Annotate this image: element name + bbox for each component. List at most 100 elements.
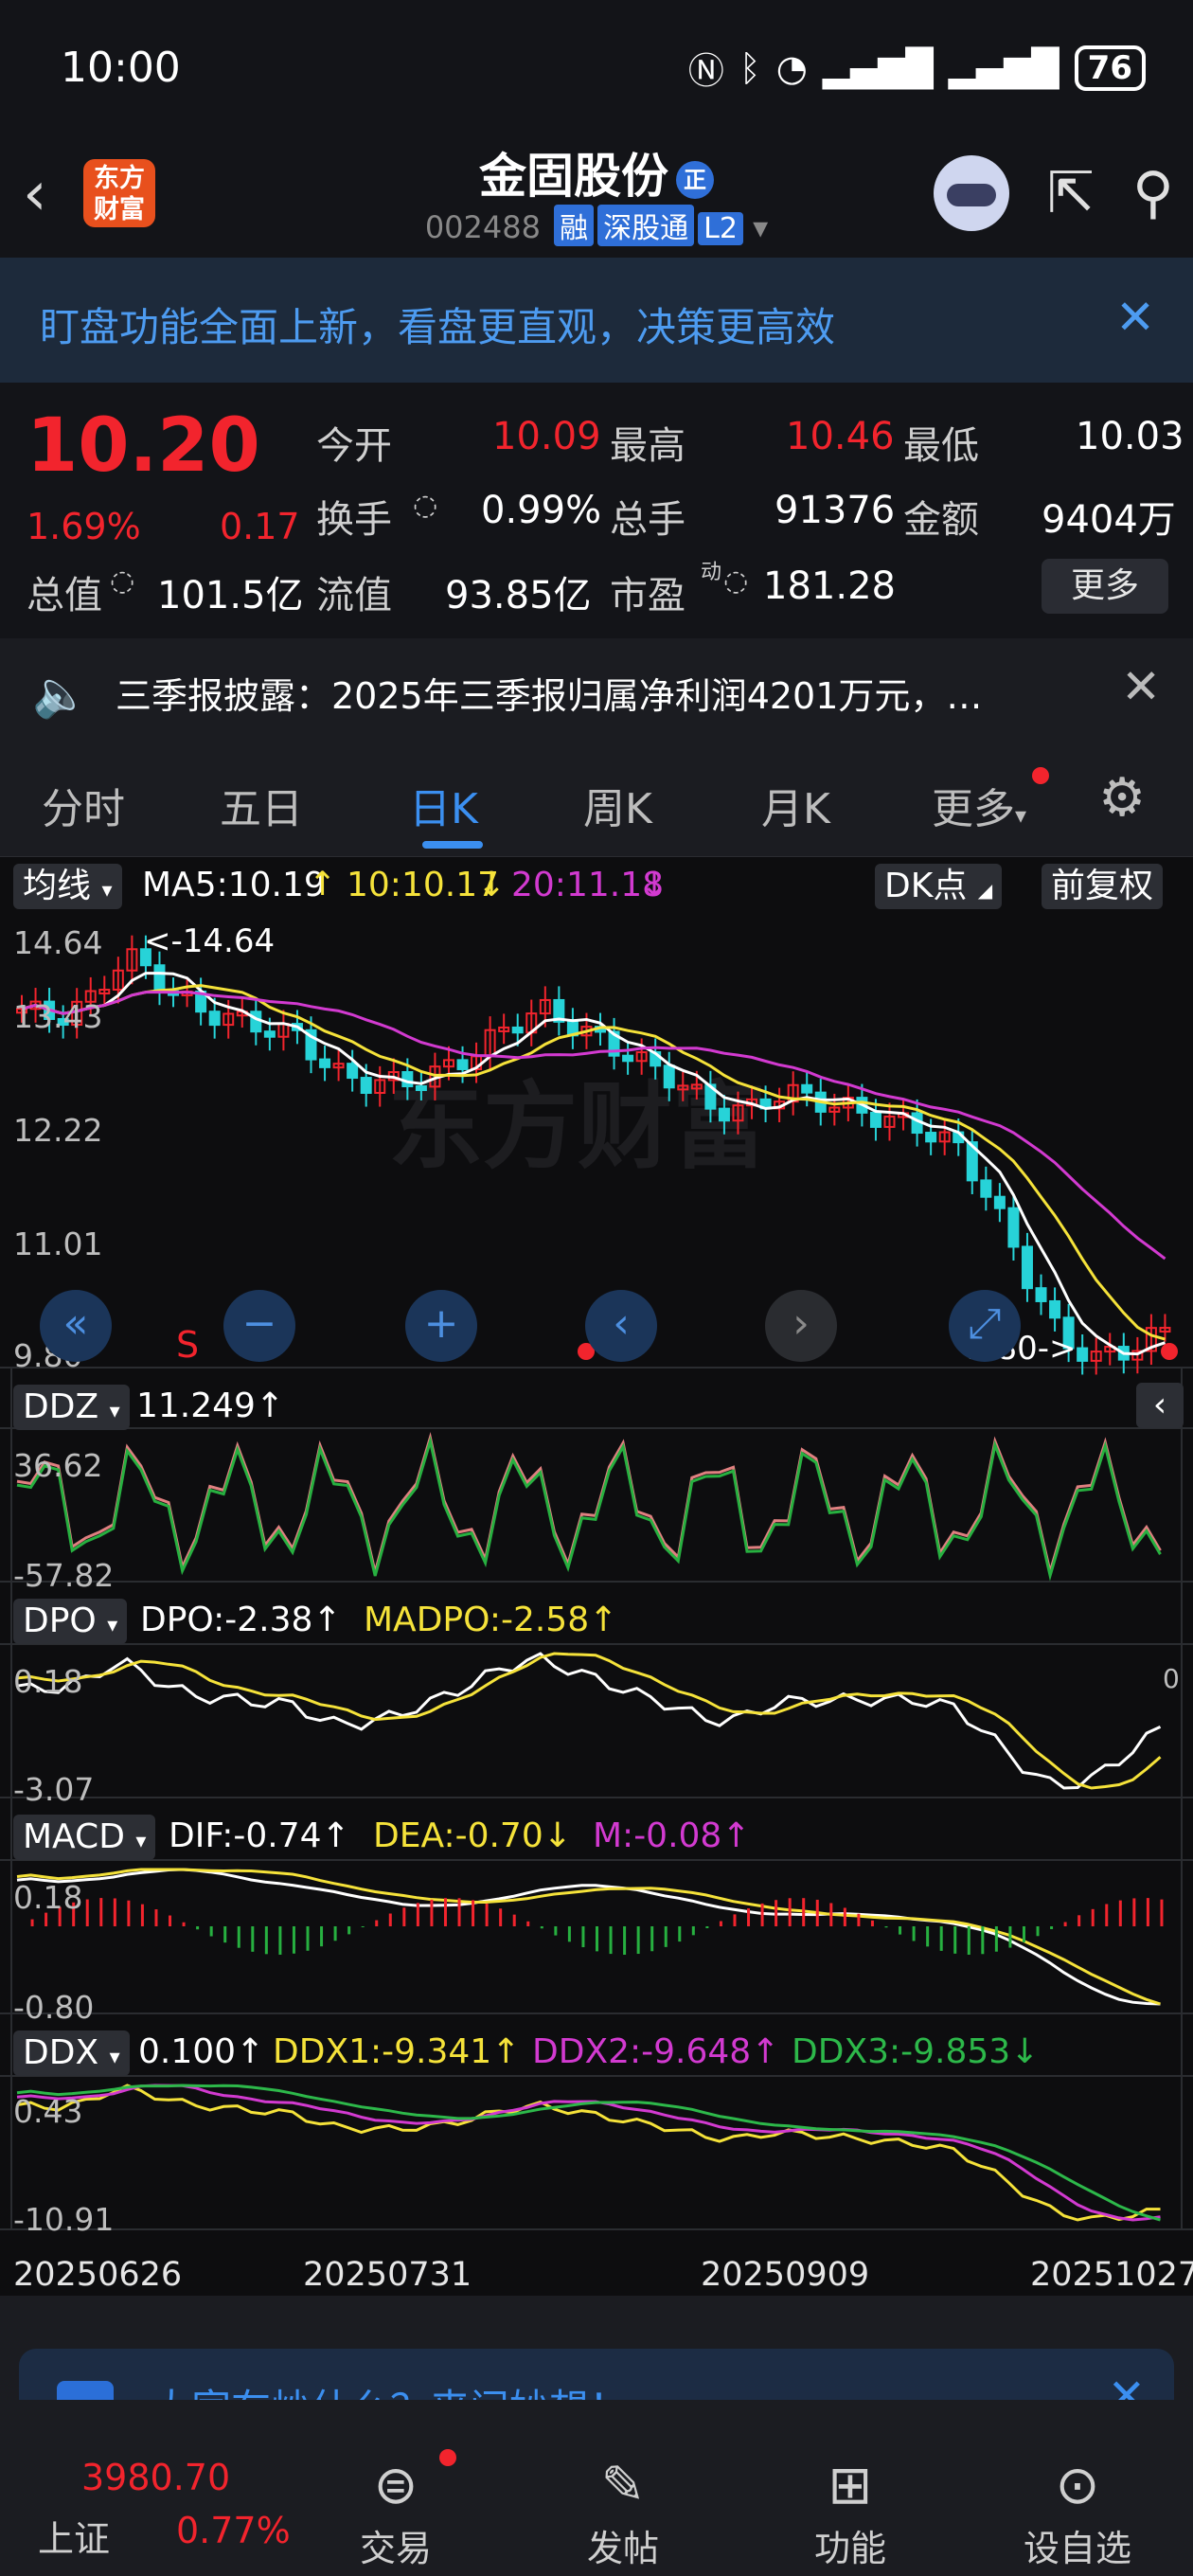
chart-tabs: 分时 五日 日K 周K 月K 更多▾ ⚙ — [0, 742, 1193, 856]
float-label: 流值 — [316, 574, 392, 617]
macd-bar — [1091, 1908, 1095, 1926]
active-tab-indicator — [422, 841, 483, 849]
info-icon[interactable]: ◌ — [110, 564, 134, 598]
macd-bar — [457, 1898, 461, 1926]
close-icon[interactable]: ✕ — [1115, 290, 1155, 345]
ddz-shadow-line — [16, 1436, 1162, 1582]
trade-dot — [439, 2449, 456, 2466]
macd-bar — [196, 1926, 200, 1930]
nav-add-watchlist[interactable]: ⊙ 设自选 — [1002, 2453, 1153, 2571]
chart-area[interactable]: 东方财富 均线 ▾ MA5:10.19 ↑ 10:10.17 ↓ 20:11.1… — [0, 856, 1193, 2296]
dk-point-button[interactable]: DK点 ◢ — [875, 864, 1003, 909]
index-name[interactable]: 上证 — [38, 2510, 110, 2562]
tab-monthly-k[interactable]: 月K — [761, 775, 830, 835]
kline-chart-svg[interactable]: 东方财富 — [0, 856, 1193, 2296]
x-date: 20250626 — [13, 2256, 183, 2294]
feature-banner[interactable]: 盯盘功能全面上新，看盘更直观，决策更高效 ✕ — [0, 258, 1193, 383]
macd-bar — [1105, 1904, 1109, 1926]
settings-gear-icon[interactable]: ⚙ — [1098, 767, 1146, 829]
candle-body — [153, 964, 166, 993]
change-pct: 1.69% — [27, 506, 141, 547]
volume-label: 总手 — [610, 498, 686, 542]
bottom-area: 大家在炒什么？来问妙想！ ✕ 3980.70 上证 0.77% ⊜交易 ✎发帖 … — [0, 2296, 1193, 2576]
tab-daily-k[interactable]: 日K — [409, 775, 478, 835]
zoom-out-icon[interactable]: − — [223, 1290, 295, 1362]
ma5-value: MA5:10.19 — [142, 866, 326, 904]
macd-bar — [388, 1913, 392, 1926]
candle-body — [801, 1083, 813, 1094]
macd-bar — [306, 1926, 310, 1951]
assistant-robot-icon[interactable] — [933, 155, 1009, 231]
candle-body — [511, 1026, 524, 1034]
macd-select-button[interactable]: MACD ▾ — [13, 1815, 156, 1860]
ddz-line — [16, 1432, 1162, 1578]
candle-body — [360, 1077, 372, 1094]
announcement-bar[interactable]: 🔈 三季报披露：2025年三季报归属净利润4201万元，… ✕ — [0, 638, 1193, 742]
expand-icon[interactable]: ⤢ — [949, 1290, 1021, 1362]
nav-functions[interactable]: ⊞ 功能 — [775, 2453, 926, 2571]
dpo-bottom: -3.07 — [13, 1771, 95, 1808]
macd-bar — [154, 1909, 158, 1926]
high-marker: <-14.64 — [144, 922, 276, 960]
macd-bar — [223, 1926, 227, 1943]
edit-icon: ✎ — [600, 2455, 646, 2516]
ddx-top: 0.43 — [13, 2093, 83, 2130]
ddx2-line — [16, 2084, 1161, 2222]
macd-bar — [169, 1915, 172, 1926]
ddx3-value: DDX3:-9.853↓ — [792, 2032, 1040, 2071]
mktcap-label: 总值 — [27, 574, 102, 617]
collapse-chevron-icon[interactable]: ‹ — [1136, 1383, 1184, 1428]
more-button[interactable]: 更多 — [1042, 559, 1168, 614]
macd-bar — [733, 1914, 737, 1926]
rewind-icon[interactable]: « — [40, 1290, 112, 1362]
status-bar: 10:00 Ⓝ ᛒ ◔ ▂▄▆█ ▂▄▆█ 76 — [0, 0, 1193, 133]
ddx-select-button[interactable]: DDX ▾ — [13, 2030, 130, 2076]
tab-5day[interactable]: 五日 — [220, 775, 303, 835]
info-icon[interactable]: ◌ — [413, 489, 437, 522]
candle-body — [993, 1195, 1006, 1209]
macd-bar — [472, 1900, 475, 1926]
tab-intraday[interactable]: 分时 — [42, 775, 125, 835]
zoom-in-icon[interactable]: + — [405, 1290, 477, 1362]
clock: 10:00 — [61, 44, 181, 92]
info-icon[interactable]: ◌ — [723, 564, 748, 598]
tab-more[interactable]: 更多▾ — [932, 775, 1026, 835]
candle-body — [208, 1011, 221, 1027]
ddz-select-button[interactable]: DDZ ▾ — [13, 1385, 130, 1430]
madpo-value: MADPO:-2.58↑ — [364, 1601, 618, 1639]
bottom-nav: 3980.70 上证 0.77% ⊜ 交易 ✎ 发帖 ⊞ 功能 ⊙ 设自选 — [0, 2400, 1193, 2576]
macd-bar — [292, 1926, 295, 1954]
ddx1-value: DDX1:-9.341↑ — [273, 2032, 521, 2071]
search-icon[interactable]: ⚲ — [1132, 160, 1174, 226]
nav-trade[interactable]: ⊜ 交易 — [320, 2453, 472, 2571]
candle-body — [415, 1085, 427, 1092]
ddx2-value: DDX2:-9.648↑ — [532, 2032, 780, 2071]
macd-bar — [1063, 1922, 1067, 1926]
m-value: M:-0.08↑ — [593, 1816, 751, 1855]
macd-bar — [333, 1926, 337, 1941]
tab-weekly-k[interactable]: 周K — [583, 775, 652, 835]
dpo-select-button[interactable]: DPO ▾ — [13, 1599, 128, 1644]
bluetooth-icon: ᛒ — [739, 46, 761, 89]
share-icon[interactable]: ⇱ — [1047, 160, 1095, 226]
macd-bar — [320, 1926, 324, 1947]
candle-body — [347, 1063, 359, 1080]
mktcap-value: 101.5亿 — [157, 574, 304, 617]
macd-bar — [705, 1926, 709, 1928]
pe-label: 市盈 — [610, 574, 686, 617]
chevron-down-icon[interactable]: ▾ — [753, 209, 768, 245]
nav-post[interactable]: ✎ 发帖 — [547, 2453, 699, 2571]
macd-bar — [760, 1903, 764, 1926]
dea-line — [16, 1868, 1161, 2006]
ma-select-button[interactable]: 均线 ▾ — [13, 864, 122, 909]
prev-icon[interactable]: ‹ — [585, 1290, 657, 1362]
macd-bar — [251, 1926, 255, 1952]
next-icon[interactable]: › — [765, 1290, 837, 1362]
close-icon[interactable]: ✕ — [1121, 659, 1161, 714]
candle-body — [319, 1058, 331, 1068]
macd-bar — [443, 1898, 447, 1926]
macd-bar — [113, 1898, 116, 1926]
open-label: 今开 — [316, 424, 392, 468]
adjust-button[interactable]: 前复权 — [1042, 864, 1164, 909]
macd-bar — [237, 1926, 240, 1948]
